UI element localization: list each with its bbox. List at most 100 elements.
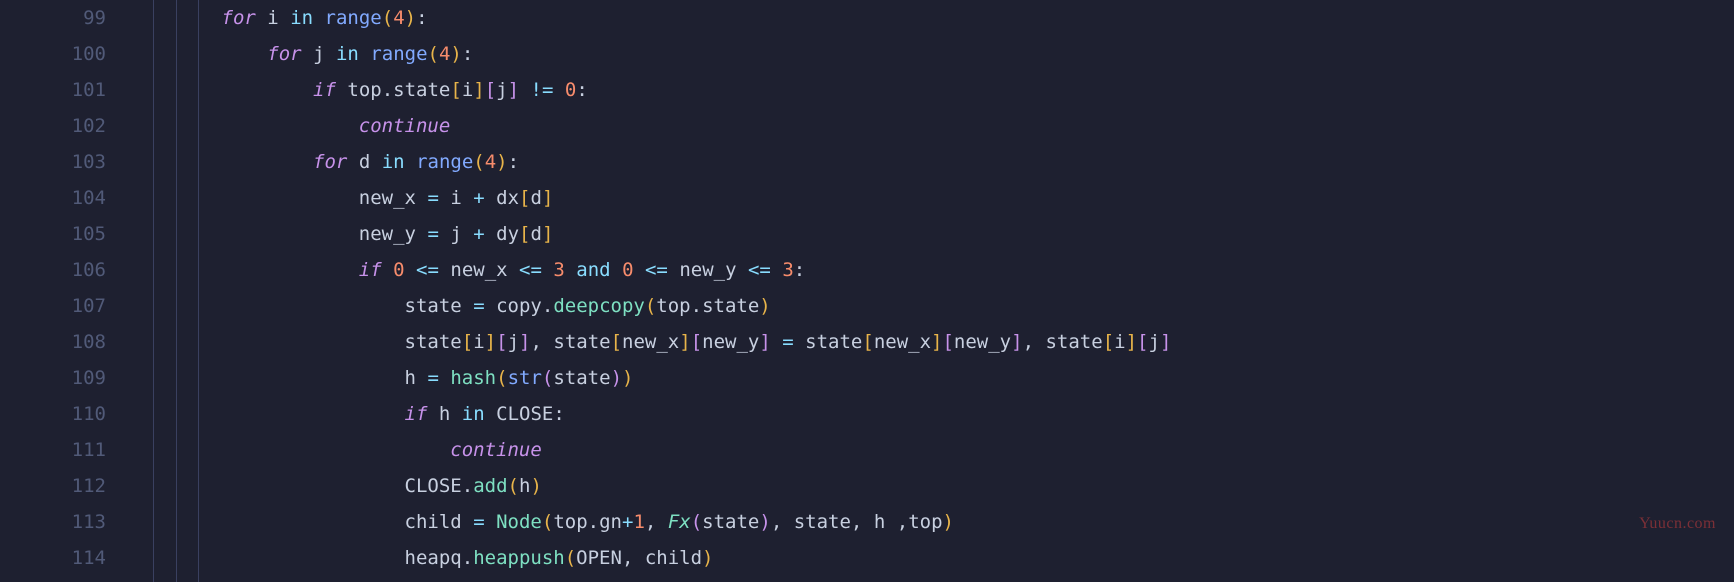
code-line[interactable]: new_y = j + dy[d] [130, 216, 1734, 252]
token: . [542, 295, 553, 317]
token: , [622, 547, 633, 569]
token: h [405, 367, 416, 389]
token: heapq [405, 547, 462, 569]
token: [ [462, 331, 473, 353]
code-line[interactable]: if h in CLOSE: [130, 396, 1734, 432]
token: ( [691, 511, 702, 533]
token: new_y [359, 223, 416, 245]
token: : [553, 403, 564, 425]
code-line[interactable]: child = Node(top.gn+1, Fx(state), state,… [130, 504, 1734, 540]
token: [ [485, 79, 496, 101]
token: j [1149, 331, 1160, 353]
line-number: 108 [0, 324, 106, 360]
code-line[interactable]: for d in range(4): [130, 144, 1734, 180]
token: state [702, 511, 759, 533]
line-number: 101 [0, 72, 106, 108]
token: + [622, 511, 633, 533]
token: j [496, 79, 507, 101]
code-line[interactable]: for i in range(4): [130, 0, 1734, 36]
token: for [267, 43, 301, 65]
code-line[interactable]: continue [130, 108, 1734, 144]
token: = [473, 295, 484, 317]
code-line[interactable]: continue [130, 432, 1734, 468]
code-line[interactable]: state = copy.deepcopy(top.state) [130, 288, 1734, 324]
token: dx [496, 187, 519, 209]
token: [ [691, 331, 702, 353]
token: j [313, 43, 324, 65]
token: + [473, 223, 484, 245]
code-line[interactable]: if 0 <= new_x <= 3 and 0 <= new_y <= 3: [130, 252, 1734, 288]
token [656, 511, 667, 533]
token: , [530, 331, 541, 353]
token: gn [599, 511, 622, 533]
token: 4 [485, 151, 496, 173]
line-number: 102 [0, 108, 106, 144]
code-line[interactable]: if top.state[i][j] != 0: [130, 72, 1734, 108]
token: ] [1011, 331, 1022, 353]
token [439, 187, 450, 209]
token: state [794, 511, 851, 533]
token: 1 [633, 511, 644, 533]
watermark: Yuucn.com [1639, 506, 1716, 542]
token: ) [611, 367, 622, 389]
code-area[interactable]: for i in range(4): for j in range(4): if… [130, 0, 1734, 582]
token [439, 223, 450, 245]
token: i [267, 7, 278, 29]
token: h [519, 475, 530, 497]
token: 3 [782, 259, 793, 281]
token: != [531, 79, 554, 101]
code-editor[interactable]: 9910010110210310410510610710810911011111… [0, 0, 1734, 582]
token: j [508, 331, 519, 353]
code-line[interactable]: h = hash(str(state)) [130, 360, 1734, 396]
token: ( [542, 511, 553, 533]
token [885, 511, 896, 533]
line-number: 109 [0, 360, 106, 396]
token [634, 259, 645, 281]
token: top [656, 295, 690, 317]
code-line[interactable]: state[i][j], state[new_x][new_y] = state… [130, 324, 1734, 360]
token: if [359, 259, 382, 281]
token: ] [519, 331, 530, 353]
token [427, 403, 438, 425]
token: = [427, 367, 438, 389]
code-line[interactable]: for j in range(4): [130, 36, 1734, 72]
token [405, 151, 416, 173]
token: top [908, 511, 942, 533]
token: . [382, 79, 393, 101]
token [416, 223, 427, 245]
token: ] [1126, 331, 1137, 353]
token [439, 259, 450, 281]
code-line[interactable]: heapq.heappush(OPEN, child) [130, 540, 1734, 576]
token [1034, 331, 1045, 353]
token [794, 331, 805, 353]
token [633, 547, 644, 569]
token: : [794, 259, 805, 281]
token: h [439, 403, 450, 425]
token: and [576, 259, 610, 281]
token: , [897, 511, 908, 533]
token: for [222, 7, 256, 29]
token [325, 43, 336, 65]
token: state [702, 295, 759, 317]
token [611, 259, 622, 281]
token: d [531, 223, 542, 245]
token [782, 511, 793, 533]
line-number: 110 [0, 396, 106, 432]
token [416, 367, 427, 389]
token: ) [530, 475, 541, 497]
token: , [1023, 331, 1034, 353]
token: i [1114, 331, 1125, 353]
code-line[interactable]: new_x = i + dx[d] [130, 180, 1734, 216]
token [405, 259, 416, 281]
code-line[interactable]: CLOSE.add(h) [130, 468, 1734, 504]
line-number-gutter: 9910010110210310410510610710810911011111… [0, 0, 130, 582]
token [485, 403, 496, 425]
token: ] [508, 79, 519, 101]
token: continue [359, 115, 451, 137]
line-number: 105 [0, 216, 106, 252]
token: i [450, 187, 461, 209]
token: 4 [439, 43, 450, 65]
token [462, 187, 473, 209]
token: , [771, 511, 782, 533]
token: ) [405, 7, 416, 29]
